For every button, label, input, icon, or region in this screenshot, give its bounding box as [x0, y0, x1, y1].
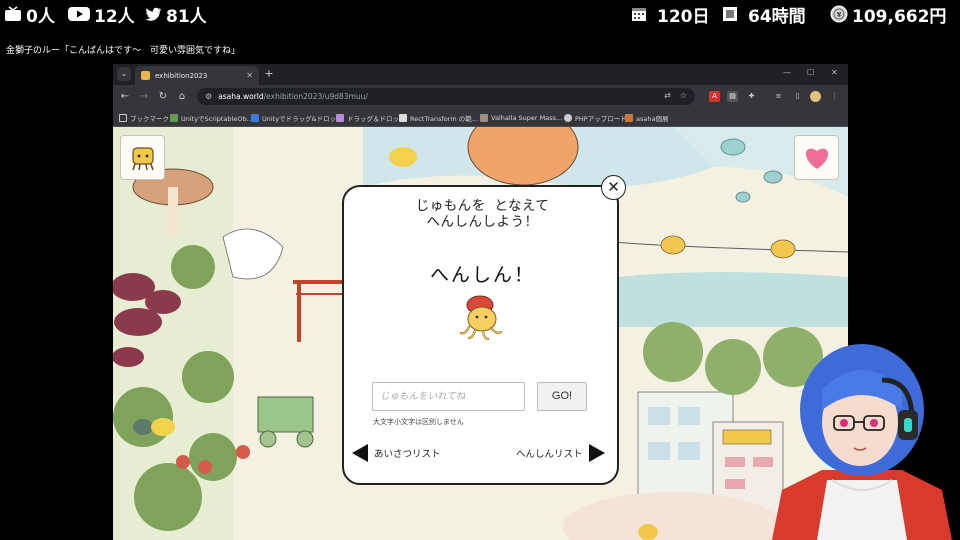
transform-result-text: へんしん！ [429, 264, 535, 286]
bookmark-favicon-icon [251, 113, 259, 122]
window-close-icon[interactable]: ✕ [831, 68, 838, 77]
globe-icon [564, 113, 572, 122]
bookmark-favicon-icon [170, 113, 178, 122]
tab-bar: ⌄ exhibition2023 ✕ + — ☐ ✕ [113, 64, 848, 85]
vtuber-avatar [772, 344, 952, 540]
chat-ticker: 金獅子のルー「こんばんはです～ 可愛い雰囲気ですね」 [6, 46, 241, 56]
bookmark-item[interactable]: ブックマーク [119, 112, 169, 123]
tab-title: exhibition2023 [155, 71, 208, 80]
twitter-icon [145, 7, 161, 21]
minimize-icon[interactable]: — [783, 68, 791, 77]
spell-input[interactable]: じゅもんをいれてね [372, 382, 525, 411]
home-icon[interactable]: ⌂ [175, 90, 189, 103]
spell-dialog: じゅもんを となえて へんしんしよう！ へんしん！ じゅもんをいれてね GO! … [342, 185, 619, 485]
site-info-icon[interactable]: ⚙ [205, 92, 212, 101]
case-note: 大文字小文字は区別しません [373, 418, 464, 426]
dialog-title-line1: じゅもんを となえて [415, 198, 550, 214]
reload-icon[interactable]: ↻ [156, 90, 170, 103]
donation-amount: 109,662円 [852, 6, 947, 27]
bookmark-favicon-icon [625, 113, 633, 122]
twitter-count: 81人 [166, 6, 207, 27]
browser-window: ⌄ exhibition2023 ✕ + — ☐ ✕ ← → ↻ ⌂ ⚙ asa… [113, 64, 848, 540]
site-favicon-icon [141, 71, 150, 80]
address-bar[interactable]: ⚙ asaha.world/exhibition2023/u9d83muu/ ⇄… [197, 88, 695, 105]
niconico-viewers: 0人 [4, 3, 55, 27]
transform-list-link[interactable]: へんしんリスト [516, 444, 605, 462]
bookmark-item[interactable]: Unityでドラッグ&ドロップ [251, 112, 343, 123]
profile-avatar[interactable] [810, 91, 821, 102]
bookmark-star-icon[interactable]: ☆ [680, 91, 687, 100]
niconico-icon [5, 6, 21, 21]
bookmark-item[interactable]: RectTransform の範... [399, 112, 478, 123]
browser-menu-icon[interactable]: ⋮ [829, 91, 840, 102]
youtube-icon [68, 7, 90, 21]
tab-search-button[interactable]: ⌄ [117, 67, 131, 81]
maximize-icon[interactable]: ☐ [807, 68, 814, 77]
bookmark-item[interactable]: Valhalla Super Mass... [480, 112, 562, 123]
url-text: asaha.world/exhibition2023/u9d83muu/ [218, 92, 368, 101]
youtube-count: 12人 [94, 6, 135, 27]
page-viewport: じゅもんを となえて へんしんしよう！ へんしん！ じゅもんをいれてね GO! … [113, 127, 848, 540]
niconico-count: 0人 [26, 6, 55, 27]
dialog-close-button[interactable]: ✕ [601, 175, 626, 200]
character-icon [131, 146, 154, 170]
favorite-button[interactable] [794, 135, 839, 180]
stream-hours: 64時間 [722, 3, 806, 27]
greeting-list-label: あいさつリスト [374, 449, 441, 460]
go-button[interactable]: GO! [537, 382, 587, 411]
heart-icon [805, 148, 828, 169]
extensions-puzzle-icon[interactable]: ✚ [746, 91, 757, 102]
bookmark-favicon-icon [399, 113, 407, 122]
hours-count: 64時間 [748, 6, 806, 27]
bookmarks-bar: ブックマーク UnityでScriptableOb... Unityでドラッグ&… [113, 108, 848, 127]
translate-icon[interactable]: ⇄ [664, 91, 671, 100]
pdf-extension-icon[interactable]: A [709, 91, 720, 102]
bookmark-item[interactable]: PHPアップロード [564, 112, 627, 123]
side-panel-icon[interactable]: ▯ [792, 91, 803, 102]
character-menu-button[interactable] [120, 135, 165, 180]
back-icon[interactable]: ← [118, 90, 132, 103]
forward-icon[interactable]: → [137, 90, 151, 103]
extension-icon[interactable]: ▤ [727, 91, 738, 102]
tab-close-icon[interactable]: ✕ [246, 71, 253, 80]
clock-icon [723, 7, 737, 21]
coin-icon: ¥ [830, 5, 848, 23]
arrow-left-icon [352, 444, 368, 462]
bookmark-favicon-icon [336, 113, 344, 122]
transform-list-label: へんしんリスト [516, 449, 583, 460]
arrow-right-icon [588, 444, 605, 462]
bookmark-item[interactable]: asaha個展 [625, 112, 668, 123]
svg-text:¥: ¥ [837, 11, 842, 19]
bookmark-favicon-icon [480, 113, 488, 122]
bookmark-item[interactable]: UnityでScriptableOb... [170, 112, 253, 123]
tab-exhibition[interactable]: exhibition2023 ✕ [135, 66, 259, 85]
dialog-title-line2: へんしんしよう！ [426, 214, 539, 230]
new-tab-button[interactable]: + [262, 67, 276, 81]
days-count: 120日 [657, 6, 710, 27]
calendar-icon [632, 8, 646, 21]
twitter-followers: 81人 [144, 3, 207, 27]
stream-days: 120日 [631, 3, 710, 27]
bookmark-item[interactable]: ドラッグ＆ドロップ [336, 112, 406, 123]
media-control-icon[interactable]: ≡ [773, 91, 784, 102]
octopus-character-icon [459, 295, 503, 341]
browser-toolbar: ← → ↻ ⌂ ⚙ asaha.world/exhibition2023/u9d… [113, 85, 848, 108]
youtube-viewers: 12人 [68, 3, 135, 27]
greeting-list-link[interactable]: あいさつリスト [352, 444, 441, 462]
stream-donations: ¥ 109,662円 [830, 3, 947, 27]
folder-icon [119, 113, 127, 122]
close-icon: ✕ [607, 178, 620, 196]
